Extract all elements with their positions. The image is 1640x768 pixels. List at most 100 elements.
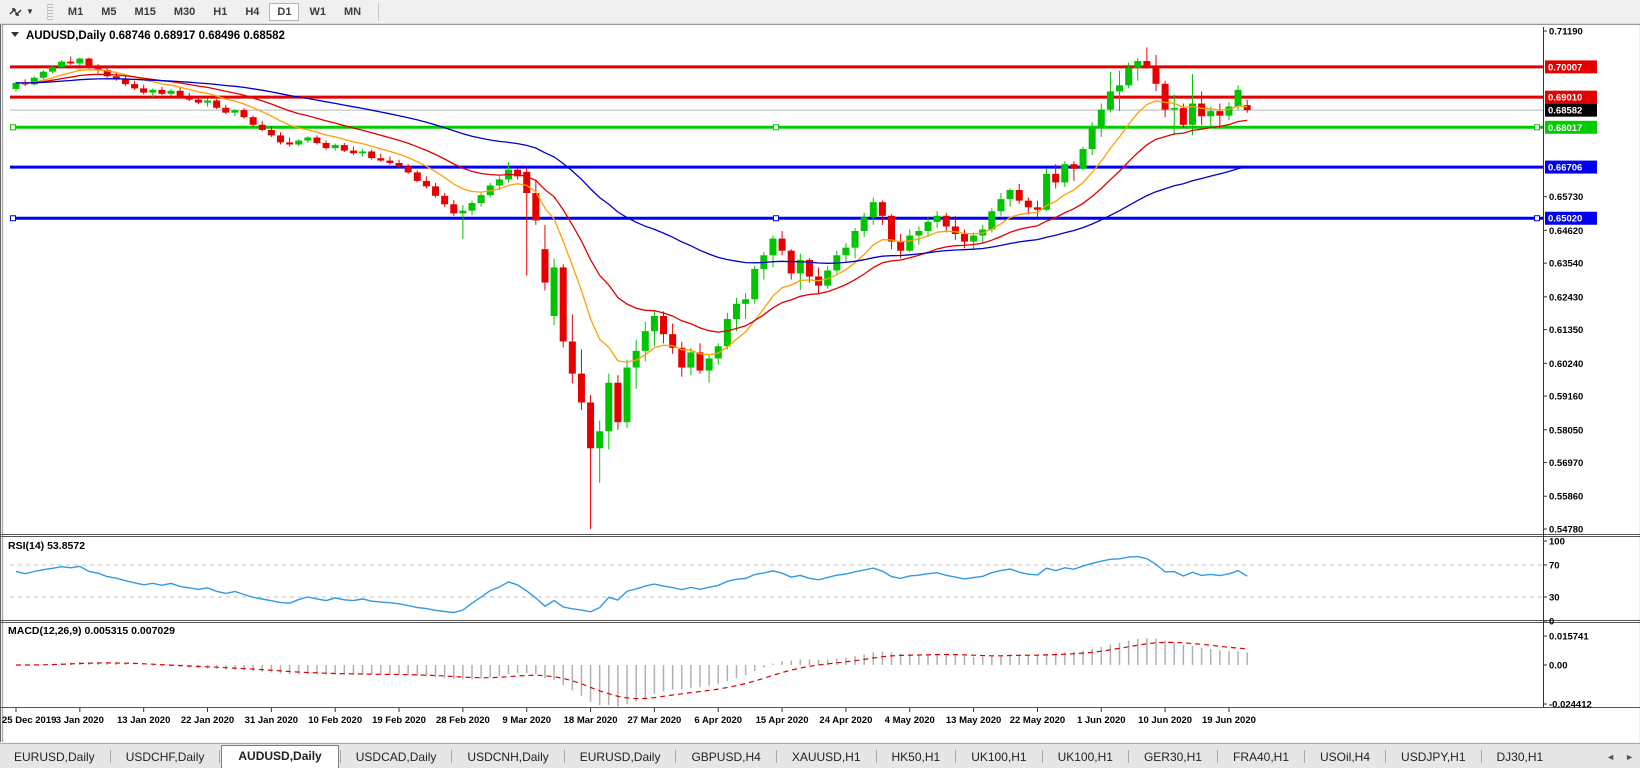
price-badge: 0.68582 bbox=[1545, 104, 1597, 117]
date-tick-label: 22 Jan 2020 bbox=[181, 715, 234, 726]
tab-separator bbox=[1042, 750, 1043, 763]
date-tick-label: 19 Feb 2020 bbox=[372, 715, 426, 726]
tab-separator bbox=[1481, 750, 1482, 763]
timeframe-button-h4[interactable]: H4 bbox=[237, 3, 267, 21]
svg-text:AUDUSD,Daily 0.68746 0.68917: AUDUSD,Daily 0.68746 0.68917 0.68496 0.6… bbox=[26, 30, 285, 42]
chart-tab-audusd-daily[interactable]: AUDUSD,Daily bbox=[221, 745, 338, 768]
line-handle[interactable] bbox=[1535, 125, 1540, 130]
timeframe-button-group: M1M5M15M30H1H4D1W1MN bbox=[59, 3, 370, 21]
macd-label: MACD(12,26,9) 0.005315 0.007029 bbox=[8, 625, 175, 637]
chart-tab-usdcnh-daily[interactable]: USDCNH,Daily bbox=[453, 747, 562, 768]
chart-title: AUDUSD,Daily 0.68746 0.68917 0.68496 0.6… bbox=[11, 30, 285, 42]
axis-tick-label: 0 bbox=[1549, 617, 1554, 628]
chart-tab-eurusd-daily[interactable]: EURUSD,Daily bbox=[566, 747, 675, 768]
tab-separator bbox=[1304, 750, 1305, 763]
chart-tab-uk100-h1[interactable]: UK100,H1 bbox=[957, 747, 1040, 768]
line-handle[interactable] bbox=[11, 125, 16, 130]
svg-text:0.66706: 0.66706 bbox=[1548, 163, 1582, 174]
tab-scroll-left-button[interactable]: ◄ bbox=[1606, 753, 1615, 762]
chart-tab-usdchf-daily[interactable]: USDCHF,Daily bbox=[112, 747, 219, 768]
chart-tab-usoil-h4[interactable]: USOil,H4 bbox=[1306, 747, 1384, 768]
toolbar-drag-handle[interactable] bbox=[47, 4, 53, 20]
tab-separator bbox=[776, 750, 777, 763]
timeframe-button-m30[interactable]: M30 bbox=[166, 3, 203, 21]
chart-tools-icon bbox=[8, 5, 23, 19]
tab-separator bbox=[955, 750, 956, 763]
tab-scroll-right-button[interactable]: ► bbox=[1625, 753, 1634, 762]
svg-text:0.68582: 0.68582 bbox=[1548, 106, 1582, 117]
axis-tick-label: 0.54780 bbox=[1549, 525, 1583, 536]
timeframe-button-m5[interactable]: M5 bbox=[93, 3, 124, 21]
date-tick-label: 15 Apr 2020 bbox=[756, 715, 809, 726]
date-tick-label: 27 Mar 2020 bbox=[627, 715, 681, 726]
top-toolbar: ▼ M1M5M15M30H1H4D1W1MN bbox=[0, 0, 1640, 24]
chart-tools-button[interactable]: ▼ bbox=[3, 3, 39, 21]
date-tick-label: 4 May 2020 bbox=[885, 715, 935, 726]
tab-separator bbox=[1128, 750, 1129, 763]
line-handle[interactable] bbox=[11, 216, 16, 221]
axis-tick-label: 0.65730 bbox=[1549, 192, 1583, 203]
chart-tab-dj30-h1[interactable]: DJ30,H1 bbox=[1483, 747, 1558, 768]
chart-tab-ger30-h1[interactable]: GER30,H1 bbox=[1130, 747, 1216, 768]
tab-scroll-buttons: ◄ ► bbox=[1606, 753, 1634, 762]
timeframe-button-d1[interactable]: D1 bbox=[269, 3, 299, 21]
axis-tick-label: 0.015741 bbox=[1549, 632, 1589, 643]
tab-separator bbox=[1217, 750, 1218, 763]
chart-tab-fra40-h1[interactable]: FRA40,H1 bbox=[1219, 747, 1303, 768]
svg-text:0.68017: 0.68017 bbox=[1548, 123, 1582, 134]
axis-tick-label: 70 bbox=[1549, 561, 1560, 572]
axis-tick-label: 30 bbox=[1549, 593, 1560, 604]
chart-tab-usdcad-daily[interactable]: USDCAD,Daily bbox=[342, 747, 451, 768]
axis-tick-label: 0.60240 bbox=[1549, 359, 1583, 370]
date-tick-label: 10 Feb 2020 bbox=[308, 715, 362, 726]
tab-separator bbox=[564, 750, 565, 763]
chart-tab-bar: EURUSD,DailyUSDCHF,DailyAUDUSD,DailyUSDC… bbox=[0, 743, 1640, 768]
timeframe-button-mn[interactable]: MN bbox=[336, 3, 369, 21]
axis-tick-label: 100 bbox=[1549, 537, 1565, 548]
price-chart-svg[interactable]: AUDUSD,Daily 0.68746 0.68917 0.68496 0.6… bbox=[0, 0, 1640, 768]
axis-tick-label: 0.71190 bbox=[1549, 27, 1583, 38]
timeframe-button-w1[interactable]: W1 bbox=[301, 3, 334, 21]
chart-tab-usdjpy-h1[interactable]: USDJPY,H1 bbox=[1387, 747, 1479, 768]
axis-tick-label: 0.00 bbox=[1549, 661, 1568, 672]
price-badge: 0.70007 bbox=[1545, 60, 1597, 73]
toolbar-separator bbox=[378, 3, 379, 21]
date-tick-label: 28 Feb 2020 bbox=[436, 715, 490, 726]
date-tick-label: 19 Jun 2020 bbox=[1202, 715, 1256, 726]
timeframe-button-h1[interactable]: H1 bbox=[205, 3, 235, 21]
axis-tick-label: 0.55860 bbox=[1549, 492, 1583, 503]
timeframe-button-m1[interactable]: M1 bbox=[60, 3, 91, 21]
svg-text:0.65020: 0.65020 bbox=[1548, 214, 1582, 225]
chart-tab-eurusd-daily[interactable]: EURUSD,Daily bbox=[0, 747, 109, 768]
price-badge: 0.66706 bbox=[1545, 161, 1597, 174]
tab-separator bbox=[1385, 750, 1386, 763]
axis-tick-label: 0.62430 bbox=[1549, 292, 1583, 303]
price-badge: 0.68017 bbox=[1545, 121, 1597, 134]
axis-tick-label: 0.56970 bbox=[1549, 458, 1583, 469]
price-badge: 0.65020 bbox=[1545, 212, 1597, 225]
axis-tick-label: -0.024412 bbox=[1549, 700, 1592, 711]
tab-separator bbox=[876, 750, 877, 763]
svg-text:0.70007: 0.70007 bbox=[1548, 62, 1582, 73]
axis-tick-label: 0.61350 bbox=[1549, 325, 1583, 336]
line-handle[interactable] bbox=[1535, 216, 1540, 221]
chart-tab-gbpusd-h4[interactable]: GBPUSD,H4 bbox=[677, 747, 774, 768]
axis-tick-label: 0.64620 bbox=[1549, 226, 1583, 237]
svg-text:0.69010: 0.69010 bbox=[1548, 93, 1582, 104]
rsi-label: RSI(14) 53.8572 bbox=[8, 540, 85, 552]
chart-tab-xauusd-h1[interactable]: XAUUSD,H1 bbox=[778, 747, 875, 768]
tab-separator bbox=[110, 750, 111, 763]
line-handle[interactable] bbox=[774, 125, 779, 130]
date-tick-label: 24 Apr 2020 bbox=[819, 715, 872, 726]
chart-tab-uk100-h1[interactable]: UK100,H1 bbox=[1044, 747, 1127, 768]
line-handle[interactable] bbox=[774, 216, 779, 221]
date-tick-label: 10 Jun 2020 bbox=[1138, 715, 1192, 726]
date-tick-label: 31 Jan 2020 bbox=[245, 715, 298, 726]
price-badge: 0.69010 bbox=[1545, 91, 1597, 104]
axis-tick-label: 0.59160 bbox=[1549, 392, 1583, 403]
timeframe-button-m15[interactable]: M15 bbox=[126, 3, 163, 21]
date-tick-label: 9 Mar 2020 bbox=[502, 715, 551, 726]
axis-tick-label: 0.63540 bbox=[1549, 259, 1583, 270]
tab-separator bbox=[451, 750, 452, 763]
chart-tab-hk50-h1[interactable]: HK50,H1 bbox=[878, 747, 955, 768]
